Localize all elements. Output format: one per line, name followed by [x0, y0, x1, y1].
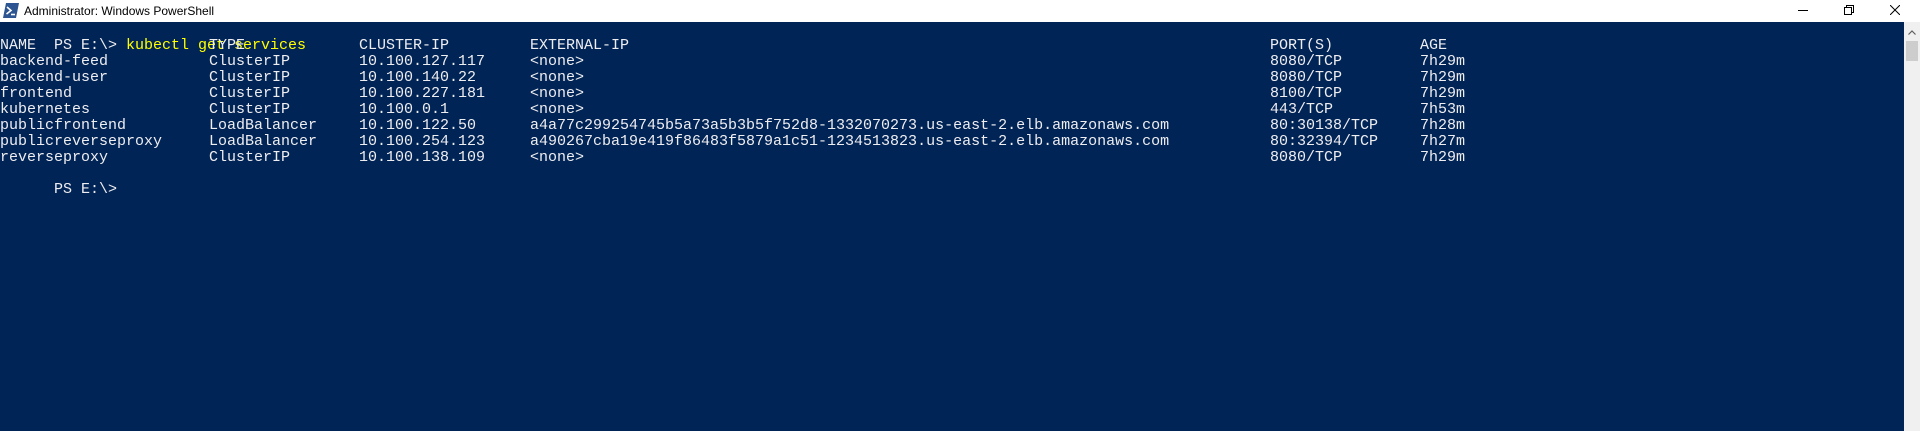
cell-type: ClusterIP [209, 149, 291, 166]
cell-ports: 8080/TCP [1270, 53, 1343, 70]
cell-external-ip: <none> [530, 69, 585, 86]
cell-ports: 443/TCP [1270, 101, 1334, 118]
header-external-ip: EXTERNAL-IP [530, 37, 630, 54]
close-icon [1889, 4, 1901, 18]
prompt: PS E:\> [54, 181, 127, 198]
console-output[interactable]: PS E:\> kubectl get services NAME TYPE C… [0, 22, 1904, 431]
cell-type: ClusterIP [209, 69, 291, 86]
cell-name: frontend [0, 85, 73, 102]
table-row: reverseproxy ClusterIP 10.100.138.109 <n… [0, 150, 1465, 166]
cell-type: ClusterIP [209, 85, 291, 102]
prompt: PS E:\> [54, 37, 127, 54]
cell-ports: 8080/TCP [1270, 69, 1343, 86]
cell-cluster-ip: 10.100.227.181 [359, 85, 486, 102]
cell-age: 7h29m [1420, 149, 1466, 166]
cell-cluster-ip: 10.100.138.109 [359, 149, 486, 166]
cell-type: ClusterIP [209, 101, 291, 118]
cell-name: publicfrontend [0, 117, 127, 134]
table-row: publicreverseproxy LoadBalancer 10.100.2… [0, 134, 1465, 150]
cell-external-ip: a4a77c299254745b5a73a5b3b5f752d8-1332070… [530, 117, 1170, 134]
table-row: kubernetes ClusterIP 10.100.0.1 <none> 4… [0, 102, 1465, 118]
cell-age: 7h29m [1420, 69, 1466, 86]
cell-external-ip: a490267cba19e419f86483f5879a1c51-1234513… [530, 133, 1170, 150]
cell-name: reverseproxy [0, 149, 109, 166]
window-title: Administrator: Windows PowerShell [24, 4, 215, 18]
cell-type: LoadBalancer [209, 117, 318, 134]
header-cluster-ip: CLUSTER-IP [359, 37, 450, 54]
title-bar[interactable]: Administrator: Windows PowerShell [0, 0, 1920, 22]
restore-icon [1844, 4, 1854, 18]
minimize-icon [1798, 4, 1808, 18]
header-type: TYPE [209, 37, 246, 54]
cell-age: 7h29m [1420, 85, 1466, 102]
cell-cluster-ip: 10.100.140.22 [359, 69, 477, 86]
cell-type: LoadBalancer [209, 133, 318, 150]
vertical-scrollbar[interactable] [1904, 22, 1920, 431]
cell-age: 7h27m [1420, 133, 1466, 150]
minimize-button[interactable] [1780, 0, 1826, 22]
command-line: PS E:\> kubectl get services [0, 22, 306, 54]
header-name: NAME [0, 37, 37, 54]
cell-ports: 80:32394/TCP [1270, 133, 1379, 150]
scroll-up-button[interactable] [1904, 22, 1920, 39]
header-ports: PORT(S) [1270, 37, 1334, 54]
powershell-window: Administrator: Windows PowerShell PS E:\… [0, 0, 1920, 431]
table-row: frontend ClusterIP 10.100.227.181 <none>… [0, 86, 1465, 102]
cell-external-ip: <none> [530, 149, 585, 166]
chevron-up-icon [1908, 22, 1916, 40]
cell-ports: 8080/TCP [1270, 149, 1343, 166]
cell-type: ClusterIP [209, 53, 291, 70]
cell-ports: 80:30138/TCP [1270, 117, 1379, 134]
cell-name: backend-user [0, 69, 109, 86]
table-row: backend-feed ClusterIP 10.100.127.117 <n… [0, 54, 1465, 70]
cell-name: publicreverseproxy [0, 133, 163, 150]
cell-cluster-ip: 10.100.122.50 [359, 117, 477, 134]
cell-cluster-ip: 10.100.0.1 [359, 101, 450, 118]
table-header: NAME TYPE CLUSTER-IP EXTERNAL-IP PORT(S)… [0, 37, 1447, 54]
cell-name: kubernetes [0, 101, 91, 118]
header-age: AGE [1420, 37, 1448, 54]
table-row: backend-user ClusterIP 10.100.140.22 <no… [0, 70, 1465, 86]
scroll-thumb[interactable] [1906, 41, 1918, 61]
cell-name: backend-feed [0, 53, 109, 70]
cell-ports: 8100/TCP [1270, 85, 1343, 102]
cell-age: 7h29m [1420, 53, 1466, 70]
cell-cluster-ip: 10.100.254.123 [359, 133, 486, 150]
powershell-icon [3, 3, 19, 18]
cell-cluster-ip: 10.100.127.117 [359, 53, 486, 70]
cell-age: 7h28m [1420, 117, 1466, 134]
cell-external-ip: <none> [530, 85, 585, 102]
table-row: publicfrontend LoadBalancer 10.100.122.5… [0, 118, 1465, 134]
cell-age: 7h53m [1420, 101, 1466, 118]
cell-external-ip: <none> [530, 53, 585, 70]
cell-external-ip: <none> [530, 101, 585, 118]
close-button[interactable] [1872, 0, 1918, 22]
restore-button[interactable] [1826, 0, 1872, 22]
prompt-line[interactable]: PS E:\> [0, 166, 126, 198]
